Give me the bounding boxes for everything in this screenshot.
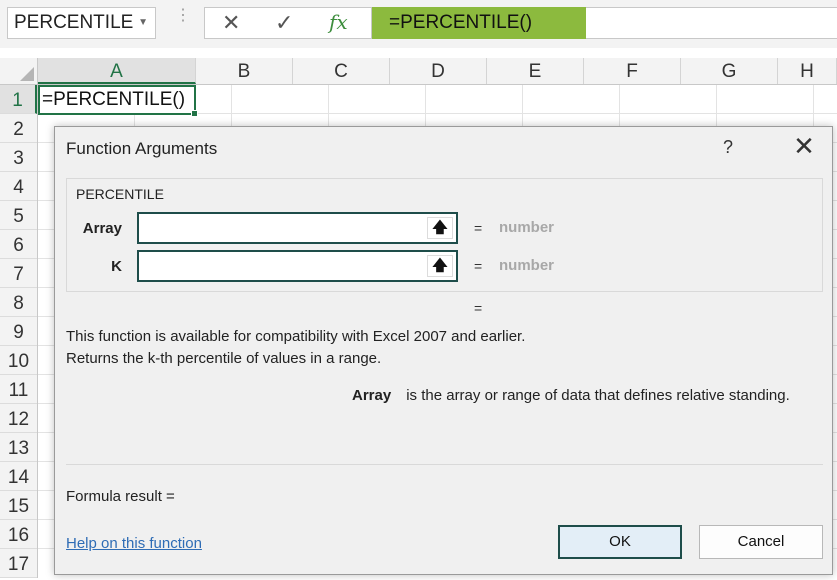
cancel-button[interactable]: Cancel bbox=[699, 525, 823, 559]
formula-bar: PERCENTILE ▼ ⋮ ✕ ✓ fx =PERCENTILE() bbox=[0, 0, 837, 48]
formula-buttons: ✕ ✓ fx bbox=[204, 7, 372, 39]
formula-result-label: Formula result = bbox=[66, 488, 175, 505]
active-cell-a1[interactable]: =PERCENTILE() bbox=[38, 85, 198, 117]
row-header[interactable]: 8 bbox=[0, 288, 37, 317]
ok-button[interactable]: OK bbox=[558, 525, 682, 559]
column-header-a[interactable]: A bbox=[38, 58, 196, 84]
function-result-equals: = bbox=[474, 300, 483, 316]
row-header[interactable]: 1 bbox=[0, 85, 37, 114]
argument-type-hint: number bbox=[499, 257, 555, 274]
description-line: Returns the k-th percentile of values in… bbox=[66, 350, 382, 367]
argument-label-array: Array bbox=[82, 220, 122, 237]
equals-sign: = bbox=[474, 258, 483, 274]
row-header[interactable]: 2 bbox=[0, 114, 37, 143]
argument-row-array: Array 🡅 = number bbox=[67, 212, 824, 246]
column-header-b[interactable]: B bbox=[196, 58, 293, 84]
row-header[interactable]: 16 bbox=[0, 520, 37, 549]
function-name-label: PERCENTILE bbox=[76, 186, 164, 202]
insert-function-icon[interactable]: fx bbox=[329, 10, 348, 34]
column-header-c[interactable]: C bbox=[293, 58, 390, 84]
arguments-group: PERCENTILE Array 🡅 = number K 🡅 = number bbox=[66, 178, 823, 292]
function-arguments-dialog: Function Arguments ? ✕ PERCENTILE Array … bbox=[54, 126, 833, 575]
function-description: This function is available for compatibi… bbox=[66, 326, 525, 370]
close-icon[interactable]: ✕ bbox=[789, 131, 819, 161]
select-all-corner[interactable] bbox=[0, 58, 38, 85]
row-header[interactable]: 12 bbox=[0, 404, 37, 433]
dialog-title: Function Arguments bbox=[66, 139, 218, 158]
row-header[interactable]: 7 bbox=[0, 259, 37, 288]
column-header-f[interactable]: F bbox=[584, 58, 681, 84]
row-header[interactable]: 13 bbox=[0, 433, 37, 462]
column-header-d[interactable]: D bbox=[390, 58, 487, 84]
column-headers: A B C D E F G H bbox=[38, 58, 837, 85]
drag-handle-icon[interactable]: ⋮ bbox=[175, 8, 191, 24]
row-header[interactable]: 15 bbox=[0, 491, 37, 520]
argument-row-k: K 🡅 = number bbox=[67, 250, 824, 284]
collapse-dialog-icon[interactable]: 🡅 bbox=[427, 255, 453, 277]
divider bbox=[66, 464, 823, 465]
argument-type-hint: number bbox=[499, 219, 555, 236]
argument-description-text: is the array or range of data that defin… bbox=[406, 387, 790, 404]
argument-description: Array is the array or range of data that … bbox=[352, 387, 790, 404]
name-box-value: PERCENTILE bbox=[14, 12, 134, 33]
enter-icon[interactable]: ✓ bbox=[275, 10, 293, 36]
row-header[interactable]: 14 bbox=[0, 462, 37, 491]
row-header[interactable]: 5 bbox=[0, 201, 37, 230]
array-input[interactable]: 🡅 bbox=[137, 212, 458, 244]
argument-description-name: Array bbox=[352, 387, 392, 404]
argument-label-k: K bbox=[111, 258, 122, 275]
row-headers: 1 2 3 4 5 6 7 8 9 10 11 12 13 14 15 16 1… bbox=[0, 85, 38, 578]
formula-input[interactable]: =PERCENTILE() bbox=[372, 7, 586, 39]
row-header[interactable]: 4 bbox=[0, 172, 37, 201]
row-header[interactable]: 9 bbox=[0, 317, 37, 346]
row-header[interactable]: 10 bbox=[0, 346, 37, 375]
equals-sign: = bbox=[474, 220, 483, 236]
k-input[interactable]: 🡅 bbox=[137, 250, 458, 282]
row-header[interactable]: 17 bbox=[0, 549, 37, 578]
column-header-h[interactable]: H bbox=[778, 58, 837, 84]
help-icon[interactable]: ? bbox=[723, 137, 733, 158]
chevron-down-icon[interactable]: ▼ bbox=[138, 8, 148, 38]
column-header-e[interactable]: E bbox=[487, 58, 584, 84]
help-on-function-link[interactable]: Help on this function bbox=[66, 535, 202, 552]
row-header[interactable]: 6 bbox=[0, 230, 37, 259]
collapse-dialog-icon[interactable]: 🡅 bbox=[427, 217, 453, 239]
row-header[interactable]: 3 bbox=[0, 143, 37, 172]
formula-input-area[interactable] bbox=[586, 7, 837, 39]
description-line: This function is available for compatibi… bbox=[66, 328, 526, 345]
row-header[interactable]: 11 bbox=[0, 375, 37, 404]
cancel-icon[interactable]: ✕ bbox=[222, 10, 240, 36]
name-box[interactable]: PERCENTILE ▼ bbox=[7, 7, 156, 39]
column-header-g[interactable]: G bbox=[681, 58, 778, 84]
